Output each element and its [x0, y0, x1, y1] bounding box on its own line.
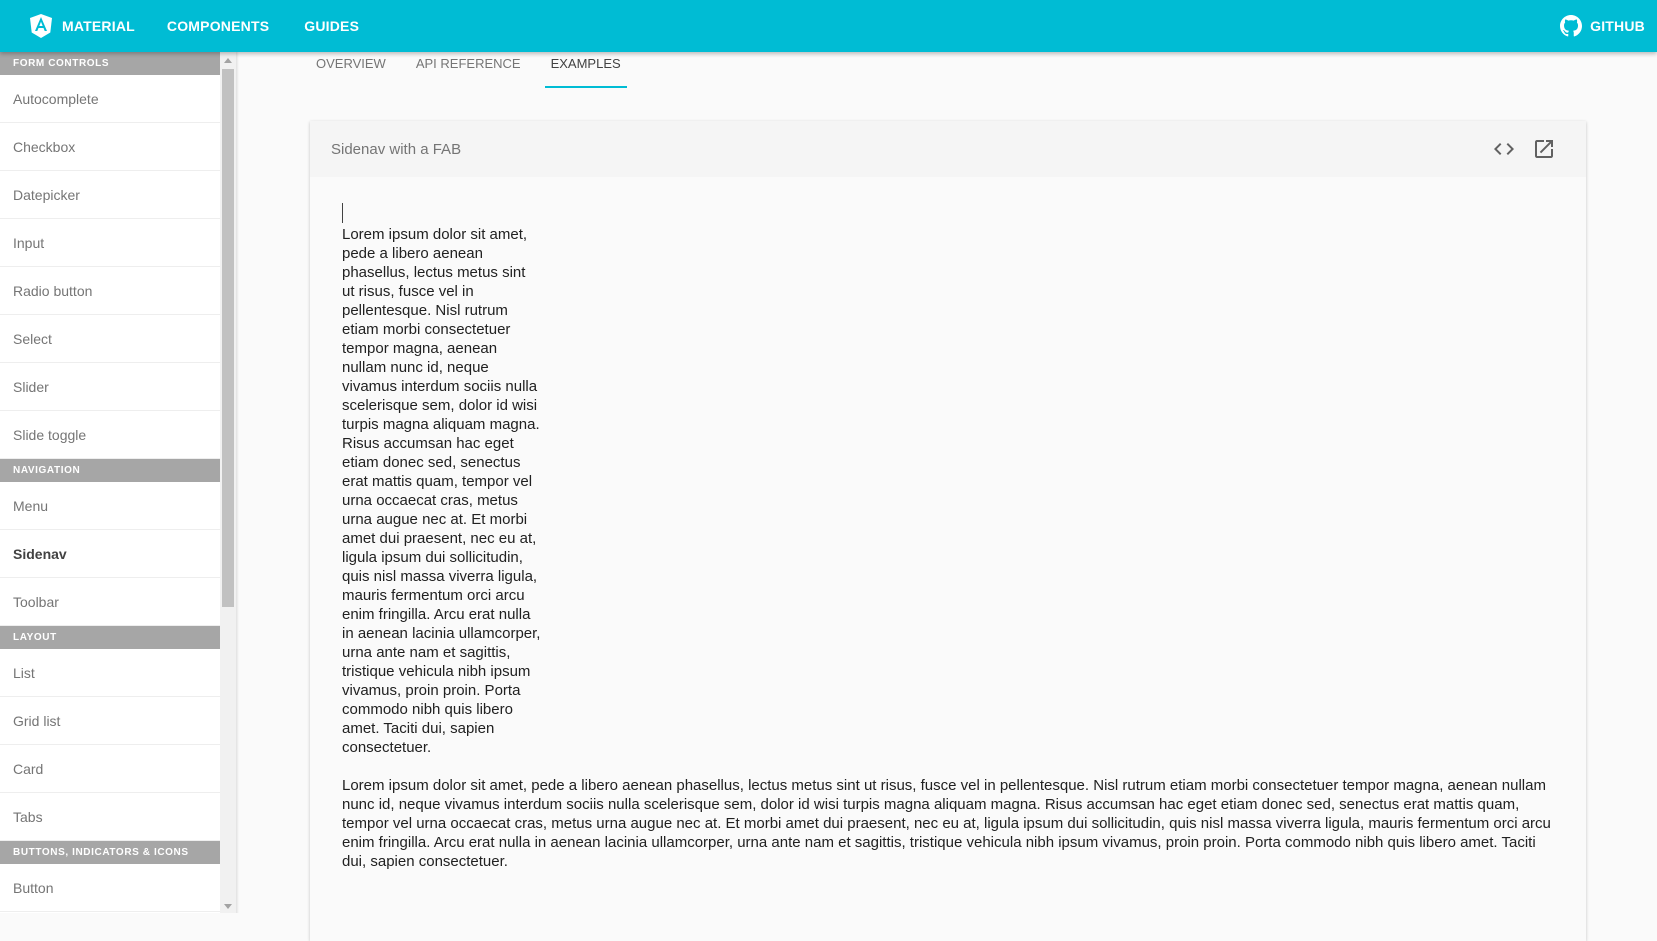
- sidebar-item-tabs[interactable]: Tabs: [0, 793, 220, 841]
- scrollbar-thumb[interactable]: [222, 69, 234, 607]
- sidebar-section-form-controls: FORM CONTROLS: [0, 52, 220, 75]
- sidebar-item-list[interactable]: List: [0, 649, 220, 697]
- sidebar-item-grid-list[interactable]: Grid list: [0, 697, 220, 745]
- tab-overview[interactable]: OVERVIEW: [310, 52, 392, 88]
- example-card-actions: [1476, 137, 1556, 161]
- sidebar-item-menu[interactable]: Menu: [0, 482, 220, 530]
- tab-api-reference[interactable]: API REFERENCE: [410, 52, 527, 88]
- sidebar-item-checkbox[interactable]: Checkbox: [0, 123, 220, 171]
- nav-guides[interactable]: GUIDES: [304, 18, 359, 34]
- sidebar-item-button[interactable]: Button: [0, 864, 220, 912]
- sidebar-scrollbar[interactable]: [220, 52, 236, 913]
- sidebar-divider: [236, 52, 239, 913]
- angular-logo-icon: [30, 14, 52, 38]
- sidebar-section-navigation: NAVIGATION: [0, 459, 220, 482]
- example-card-header: Sidenav with a FAB: [310, 121, 1586, 177]
- sidebar-item-card[interactable]: Card: [0, 745, 220, 793]
- nav-material: MATERIAL: [62, 18, 135, 34]
- sidebar-item-toolbar[interactable]: Toolbar: [0, 578, 220, 626]
- open-in-new-icon[interactable]: [1532, 137, 1556, 161]
- github-link[interactable]: GITHUB: [1560, 0, 1645, 52]
- sidenav-paragraph: Lorem ipsum dolor sit amet, pede a liber…: [342, 226, 541, 756]
- github-icon: [1560, 15, 1583, 37]
- sidebar-item-slide-toggle[interactable]: Slide toggle: [0, 411, 220, 459]
- sidebar-item-slider[interactable]: Slider: [0, 363, 220, 411]
- scroll-up-arrow-icon[interactable]: [224, 58, 232, 63]
- sidebar-item-input[interactable]: Input: [0, 219, 220, 267]
- sidebar-section-buttons-indicators-icons: BUTTONS, INDICATORS & ICONS: [0, 841, 220, 864]
- scroll-down-arrow-icon[interactable]: [224, 904, 232, 909]
- content-paragraph: Lorem ipsum dolor sit amet, pede a liber…: [342, 777, 1551, 870]
- sidebar-section-layout: LAYOUT: [0, 626, 220, 649]
- component-tabs: OVERVIEW API REFERENCE EXAMPLES: [310, 52, 645, 88]
- sidebar: FORM CONTROLS Autocomplete Checkbox Date…: [0, 52, 220, 913]
- sidebar-item-select[interactable]: Select: [0, 315, 220, 363]
- sidebar-item-autocomplete[interactable]: Autocomplete: [0, 75, 220, 123]
- text-cursor: [342, 203, 343, 223]
- example-title: Sidenav with a FAB: [331, 140, 462, 158]
- material-home-link[interactable]: MATERIAL: [30, 0, 135, 52]
- code-icon[interactable]: [1492, 137, 1516, 161]
- tab-examples[interactable]: EXAMPLES: [544, 52, 627, 88]
- top-toolbar: MATERIAL COMPONENTS GUIDES GITHUB: [0, 0, 1657, 52]
- nav-github: GITHUB: [1590, 18, 1645, 34]
- nav-components[interactable]: COMPONENTS: [167, 18, 269, 34]
- sidebar-item-radio-button[interactable]: Radio button: [0, 267, 220, 315]
- sidebar-item-sidenav[interactable]: Sidenav: [0, 530, 220, 578]
- example-content: Lorem ipsum dolor sit amet, pede a liber…: [342, 203, 1556, 871]
- example-card: Sidenav with a FAB Lorem ipsum dolor sit…: [310, 121, 1586, 941]
- sidebar-item-datepicker[interactable]: Datepicker: [0, 171, 220, 219]
